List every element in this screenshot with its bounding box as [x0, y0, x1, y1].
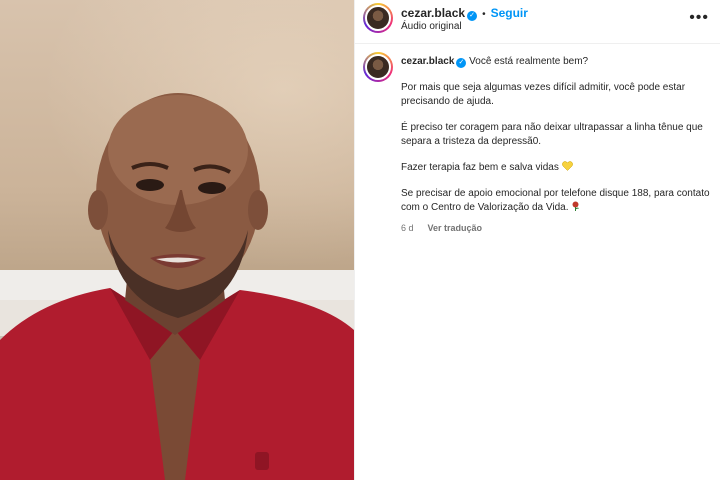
verified-badge-icon: ✓ — [467, 11, 478, 21]
caption-username[interactable]: cezar.black — [401, 56, 454, 67]
verified-badge-icon: ✓ — [456, 58, 467, 68]
post-header: cezar.black ✓ • Seguir Áudio original ••• — [355, 0, 720, 44]
caption-paragraph: É preciso ter coragem para não deixar ul… — [401, 122, 703, 147]
post-video[interactable] — [0, 0, 354, 480]
caption-paragraph-rose: Se precisar de apoio emocional por telef… — [401, 187, 711, 215]
post-caption: cezar.black ✓ Você está realmente bem? Po… — [401, 55, 711, 235]
caption-paragraph-heart: Fazer terapia faz bem e salva vidas — [401, 161, 711, 175]
header-user-row: cezar.black ✓ • Seguir — [401, 6, 528, 21]
man-portrait-image — [0, 93, 354, 480]
avatar[interactable] — [363, 3, 393, 33]
yellow-heart-icon — [561, 161, 573, 171]
caption-avatar[interactable] — [363, 52, 393, 82]
follow-button[interactable]: Seguir — [491, 6, 528, 20]
more-options-icon[interactable]: ••• — [689, 10, 709, 26]
caption-paragraph: Por mais que seja algumas vezes difícil … — [401, 82, 686, 107]
post-meta: 6 d Ver tradução — [401, 221, 711, 235]
separator-dot: • — [482, 9, 486, 20]
caption-first-line: cezar.black ✓ Você está realmente bem? — [401, 55, 711, 69]
post-sidebar: cezar.black ✓ • Seguir Áudio original ••• c… — [354, 0, 720, 480]
caption-title: Você está realmente bem? — [469, 56, 589, 67]
caption-text: Se precisar de apoio emocional por telef… — [401, 188, 710, 213]
original-audio-link[interactable]: Áudio original — [401, 21, 462, 32]
header-username[interactable]: cezar.black — [401, 6, 465, 20]
post-age: 6 d — [401, 223, 414, 233]
instagram-post: cezar.black ✓ • Seguir Áudio original ••• c… — [0, 0, 720, 480]
caption-text: Fazer terapia faz bem e salva vidas — [401, 162, 559, 173]
rose-icon — [572, 201, 579, 211]
see-translation-link[interactable]: Ver tradução — [428, 223, 483, 233]
